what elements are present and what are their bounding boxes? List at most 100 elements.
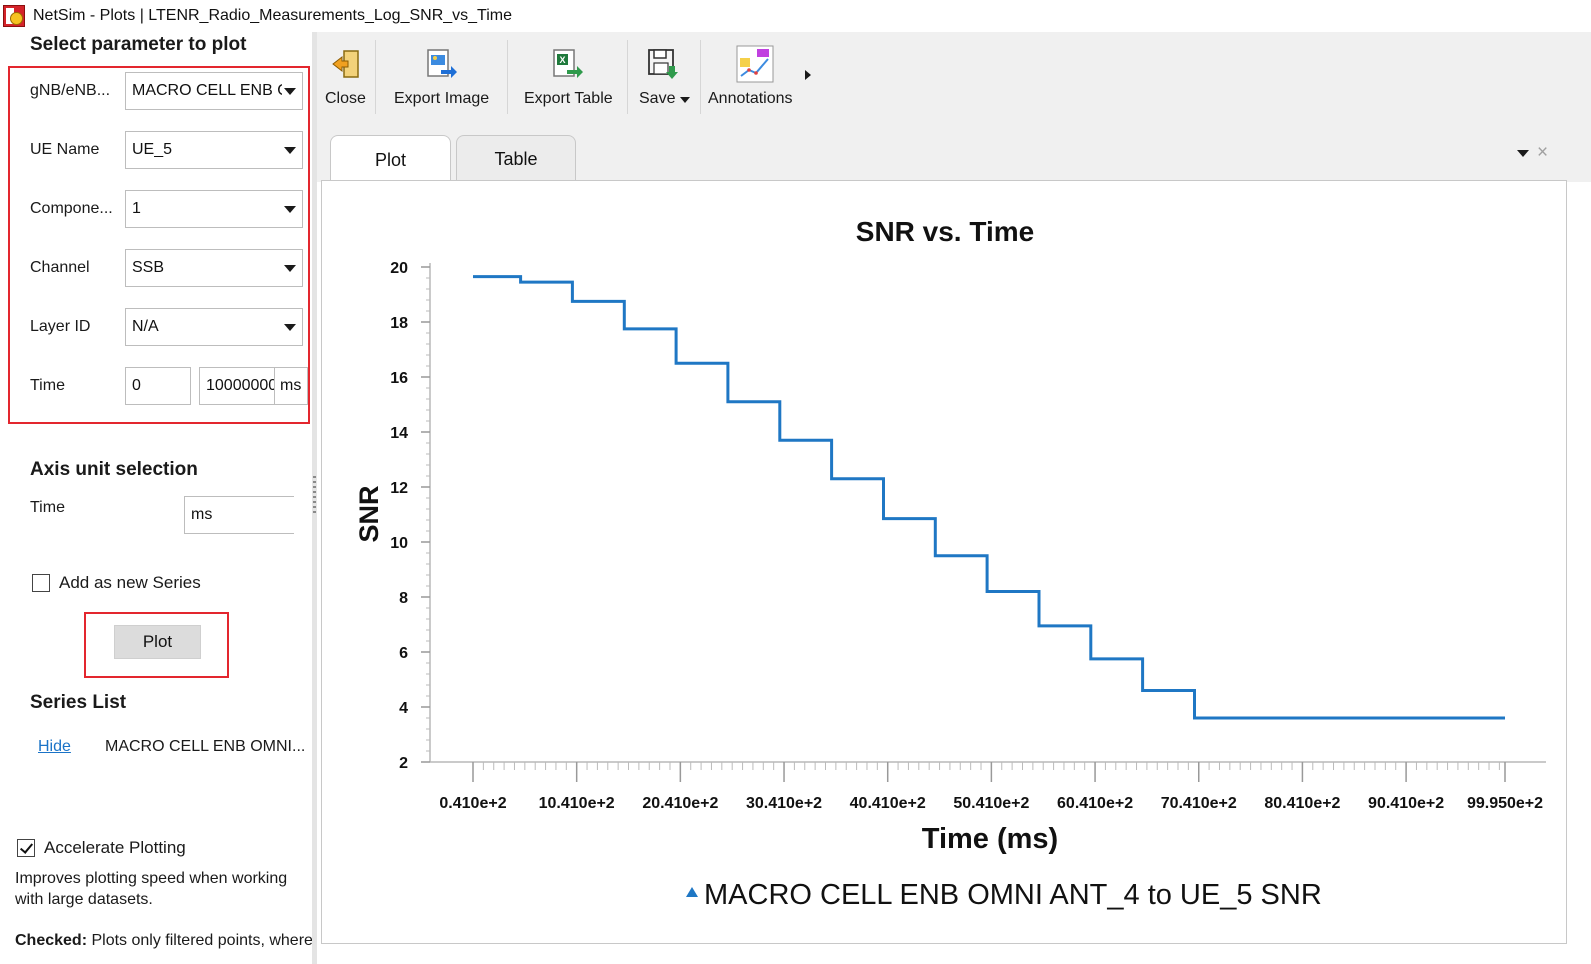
toolbar-overflow-arrow-icon[interactable] xyxy=(805,70,811,80)
export-table-label: Export Table xyxy=(524,90,613,107)
ue-name-value: UE_5 xyxy=(132,141,173,158)
legend-marker-icon xyxy=(686,887,698,897)
x-tick-label: 10.410e+2 xyxy=(539,795,615,812)
component-value: 1 xyxy=(132,200,141,217)
hide-series-link[interactable]: Hide xyxy=(38,738,71,756)
channel-value: SSB xyxy=(132,259,165,276)
chevron-down-icon xyxy=(284,265,296,272)
plot-area: SNR vs. Time SNR Time (ms) 2 4 6 8 10 12 14 16 1… xyxy=(321,180,1567,944)
close-label: Close xyxy=(325,90,366,107)
chart-legend: MACRO CELL ENB OMNI ANT_4 to UE_5 SNR xyxy=(686,879,1322,911)
toolbar-divider xyxy=(375,40,376,114)
x-axis-label: Time (ms) xyxy=(922,823,1058,855)
channel-dropdown[interactable]: SSB xyxy=(125,249,303,287)
x-tick-label: 50.410e+2 xyxy=(953,795,1029,812)
y-tick-label: 18 xyxy=(390,315,408,332)
x-tick-label: 70.410e+2 xyxy=(1161,795,1237,812)
ue-name-dropdown[interactable]: UE_5 xyxy=(125,131,303,169)
time-unit-label: ms xyxy=(274,367,308,405)
x-tick-label: 20.410e+2 xyxy=(642,795,718,812)
component-label: Compone... xyxy=(30,200,113,217)
chevron-down-icon xyxy=(284,324,296,331)
plot-button[interactable]: Plot xyxy=(114,625,201,659)
axis-time-unit-dropdown[interactable]: ms xyxy=(184,496,294,534)
layer-id-value: N/A xyxy=(132,318,159,335)
gnb-dropdown[interactable]: MACRO CELL ENB OM xyxy=(125,72,303,110)
checked-description: Checked: Plots only filtered points, whe… xyxy=(15,932,312,950)
export-excel-icon: X xyxy=(553,49,583,78)
x-tick-label: 30.410e+2 xyxy=(746,795,822,812)
toolbar-divider xyxy=(507,40,508,114)
y-tick-label: 20 xyxy=(390,260,408,277)
checked-text: Plots only filtered points, where xyxy=(91,932,312,949)
accelerate-desc-line1: Improves plotting speed when working xyxy=(15,870,288,887)
chevron-down-icon xyxy=(284,206,296,213)
chevron-down-icon xyxy=(284,88,296,95)
select-parameter-heading: Select parameter to plot xyxy=(30,34,247,55)
time-to-input[interactable]: 10000000 xyxy=(199,367,275,405)
toolbar-divider xyxy=(700,40,701,114)
x-tick-label: 0.410e+2 xyxy=(439,795,506,812)
splitter-grip-icon[interactable] xyxy=(313,476,316,516)
axis-time-label: Time xyxy=(30,499,65,516)
export-image-label: Export Image xyxy=(394,90,490,107)
accelerate-desc-line2: with large datasets. xyxy=(15,891,153,908)
annotations-label: Annotations xyxy=(708,90,793,107)
y-tick-label: 6 xyxy=(399,645,408,662)
save-disk-icon xyxy=(648,49,678,79)
accelerate-plotting-label: Accelerate Plotting xyxy=(44,838,186,857)
save-button[interactable]: Save xyxy=(633,32,695,120)
toolbar: Close Export Image X Export Table Save A… xyxy=(317,32,1591,120)
export-table-button[interactable]: X Export Table xyxy=(515,32,621,120)
time-from-input[interactable]: 0 xyxy=(125,367,191,405)
x-tick-label: 80.410e+2 xyxy=(1264,795,1340,812)
annotations-button[interactable]: Annotations xyxy=(705,32,801,120)
annotations-icon xyxy=(736,45,774,83)
legend-series-label: MACRO CELL ENB OMNI ANT_4 to UE_5 SNR xyxy=(704,879,1322,911)
add-series-checkbox[interactable] xyxy=(32,574,50,592)
component-dropdown[interactable]: 1 xyxy=(125,190,303,228)
chart-series-layer xyxy=(472,275,1506,720)
add-series-label: Add as new Series xyxy=(59,573,201,592)
save-dropdown-arrow-icon[interactable] xyxy=(680,97,690,103)
channel-label: Channel xyxy=(30,259,90,276)
chart-title: SNR vs. Time xyxy=(856,216,1034,247)
x-tick-label: 99.950e+2 xyxy=(1467,795,1543,812)
series-list-item: MACRO CELL ENB OMNI... xyxy=(105,738,306,755)
series-line xyxy=(473,275,1505,720)
window-title: NetSim - Plots | LTENR_Radio_Measurement… xyxy=(33,7,513,24)
toolbar-divider xyxy=(627,40,628,114)
parameter-panel: Select parameter to plot gNB/eNB... MACR… xyxy=(0,32,312,964)
tab-menu-chevron-icon[interactable] xyxy=(1517,150,1529,157)
x-tick-label: 60.410e+2 xyxy=(1057,795,1133,812)
svg-text:X: X xyxy=(560,55,566,65)
x-tick-label: 90.410e+2 xyxy=(1368,795,1444,812)
chart-axes: 2 4 6 8 10 12 14 16 18 20 0.410e+2 10.410e+2 20.410e… xyxy=(390,260,1546,812)
tab-plot[interactable]: Plot xyxy=(330,135,451,184)
y-tick-label: 12 xyxy=(390,480,408,497)
y-tick-label: 4 xyxy=(399,700,408,717)
y-tick-label: 2 xyxy=(399,755,408,772)
export-image-button[interactable]: Export Image xyxy=(383,32,501,120)
accelerate-plotting-checkbox[interactable] xyxy=(17,839,35,857)
tab-table[interactable]: Table xyxy=(456,135,576,183)
close-button[interactable]: Close xyxy=(317,32,373,120)
snr-chart: SNR vs. Time SNR Time (ms) 2 4 6 8 10 12 14 16 1… xyxy=(354,216,1546,911)
close-door-icon xyxy=(332,50,359,78)
close-tab-icon[interactable]: × xyxy=(1537,142,1548,164)
chevron-down-icon xyxy=(284,147,296,154)
ue-name-label: UE Name xyxy=(30,141,100,158)
tab-strip: Plot Table × xyxy=(317,120,1591,184)
y-tick-label: 8 xyxy=(399,590,408,607)
axis-unit-heading: Axis unit selection xyxy=(30,459,198,480)
title-bar: NetSim - Plots | LTENR_Radio_Measurement… xyxy=(0,0,1591,32)
y-tick-label: 10 xyxy=(390,535,408,552)
time-label: Time xyxy=(30,377,65,394)
layer-id-dropdown[interactable]: N/A xyxy=(125,308,303,346)
x-tick-label: 40.410e+2 xyxy=(850,795,926,812)
gnb-label: gNB/eNB... xyxy=(30,82,111,99)
netsim-app-icon xyxy=(3,5,25,27)
y-tick-label: 14 xyxy=(390,425,408,442)
save-label: Save xyxy=(639,90,676,107)
y-tick-label: 16 xyxy=(390,370,408,387)
